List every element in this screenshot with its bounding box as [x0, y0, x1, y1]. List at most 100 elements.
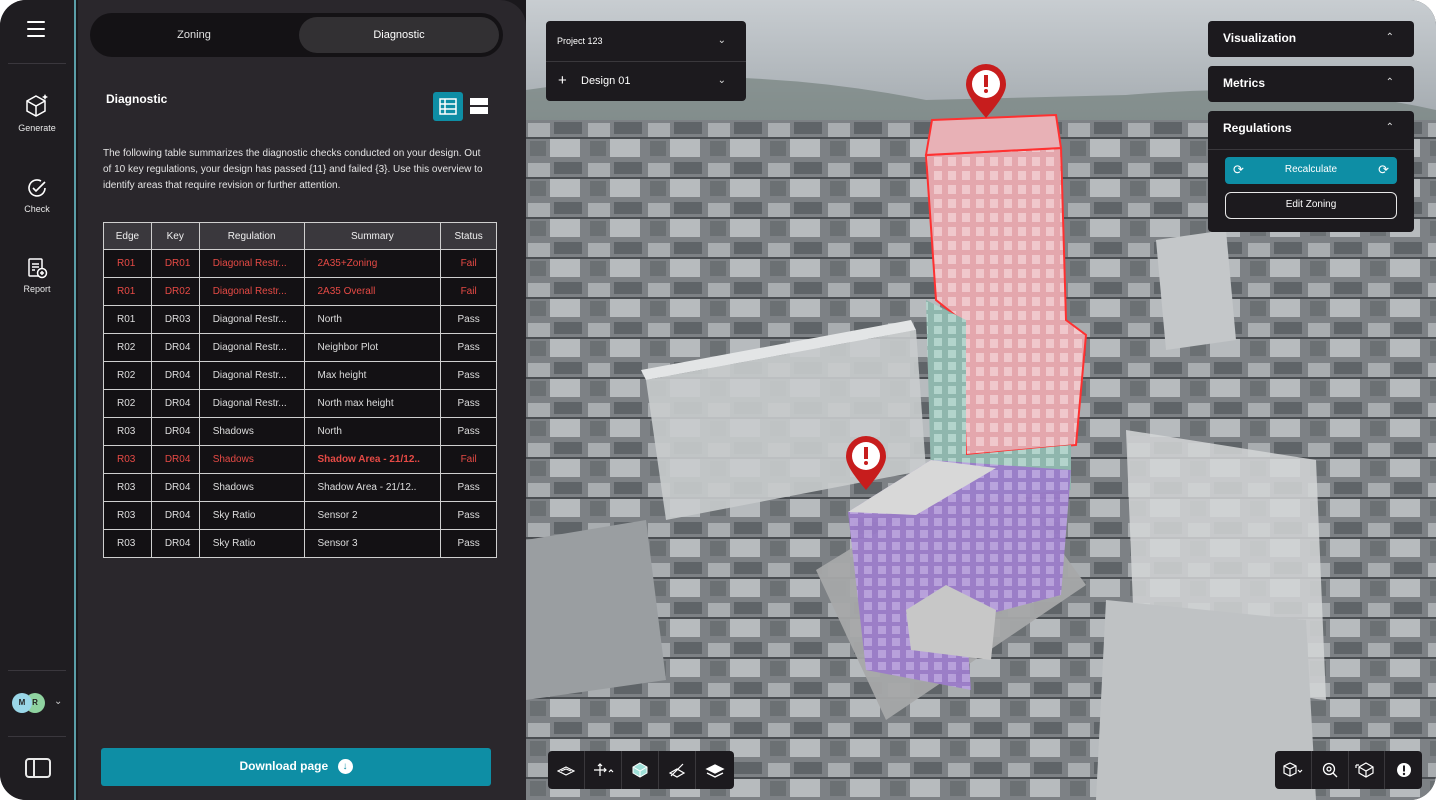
edit-zoning-button[interactable]: Edit Zoning — [1225, 192, 1397, 219]
table-row[interactable]: R01 DR01 Diagonal Restr... 2A35+Zoning Fail — [103, 249, 497, 278]
table-row[interactable]: R02 DR04 Diagonal Restr... North max height… — [103, 389, 497, 418]
column-header-edge[interactable]: Edge — [103, 222, 152, 250]
accordion-title[interactable]: Regulations — [1223, 121, 1292, 135]
accordion-title: Visualization — [1223, 31, 1297, 45]
sidebar-toggle-icon[interactable] — [25, 758, 51, 778]
diagnostic-intro: The following table summarizes the diagn… — [103, 148, 483, 191]
solid-cube-icon — [632, 762, 648, 778]
section-cut-button[interactable] — [659, 751, 696, 789]
design-dropdown[interactable]: + Design 01 ⌄ — [546, 61, 746, 99]
cell-key: DR04 — [150, 445, 200, 474]
move-axis-icon — [594, 763, 614, 776]
rail-label-check: Check — [24, 204, 50, 214]
table-row[interactable]: R02 DR04 Diagonal Restr... Max height Pass — [103, 361, 497, 390]
cell-status: Pass — [440, 333, 497, 362]
column-header-regulation[interactable]: Regulation — [198, 222, 305, 250]
rail-divider — [8, 736, 66, 737]
tab-diagnostic[interactable]: Diagnostic — [299, 17, 499, 53]
cell-edge: R01 — [103, 277, 152, 306]
cell-regulation: Diagonal Restr... — [198, 277, 305, 306]
rail-divider — [8, 670, 66, 671]
stack-layers-icon — [704, 764, 725, 778]
chevron-down-icon: ⌄ — [717, 75, 726, 86]
cell-summary: Sensor 3 — [303, 529, 442, 558]
cell-summary: 2A35 Overall — [303, 277, 442, 306]
chevron-up-icon[interactable]: ⌃ — [1386, 122, 1394, 133]
project-dropdown[interactable]: Project 123 ⌄ — [546, 22, 746, 60]
cell-key: DR04 — [150, 389, 200, 418]
cell-regulation: Diagonal Restr... — [198, 249, 305, 278]
rail-label-report: Report — [23, 284, 51, 294]
cell-key: DR04 — [150, 529, 200, 558]
cell-summary: Sensor 2 — [303, 501, 442, 530]
cell-key: DR03 — [150, 305, 200, 334]
cell-edge: R03 — [103, 417, 152, 446]
table-row[interactable]: R03 DR04 Shadows Shadow Area - 21/12.. Pass — [103, 473, 497, 502]
cell-key: DR02 — [150, 277, 200, 306]
cell-regulation: Diagonal Restr... — [198, 389, 305, 418]
cell-key: DR04 — [150, 333, 200, 362]
cell-summary: Max height — [303, 361, 442, 390]
cell-status: Pass — [440, 361, 497, 390]
recalculate-button[interactable]: ⟳ Recalculate ⟳ — [1225, 157, 1397, 184]
table-row[interactable]: R01 DR02 Diagonal Restr... 2A35 Overall Fail — [103, 277, 497, 306]
download-page-button[interactable]: Download page ↓ — [101, 748, 491, 786]
rail-item-check[interactable]: Check — [0, 176, 74, 214]
column-header-status[interactable]: Status — [440, 222, 497, 250]
app-window: Generate Check Report M R ⌄ Zoning Diagn… — [0, 0, 1436, 800]
list-view-icon — [470, 98, 488, 114]
tab-zoning[interactable]: Zoning — [94, 17, 294, 53]
rail-item-report[interactable]: Report — [0, 256, 74, 294]
chevron-down-icon: ⌄ — [717, 35, 726, 46]
rail-divider — [8, 63, 66, 64]
metrics-accordion[interactable]: Metrics ⌃ — [1208, 66, 1414, 102]
column-header-summary[interactable]: Summary — [303, 222, 442, 250]
cell-key: DR04 — [150, 361, 200, 390]
cell-status: Pass — [440, 389, 497, 418]
cell-regulation: Sky Ratio — [198, 501, 305, 530]
table-row[interactable]: R03 DR04 Sky Ratio Sensor 2 Pass — [103, 501, 497, 530]
table-row[interactable]: R03 DR04 Sky Ratio Sensor 3 Pass — [103, 529, 497, 558]
section-cut-icon — [668, 763, 686, 778]
accordion-title: Metrics — [1223, 76, 1266, 90]
chevron-down-icon: ⌄ — [54, 696, 63, 707]
cube-view-button[interactable] — [1275, 751, 1312, 789]
cell-edge: R03 — [103, 529, 152, 558]
recalculate-label: Recalculate — [1284, 164, 1338, 175]
stack-layers-button[interactable] — [696, 751, 733, 789]
isometric-button[interactable] — [1349, 751, 1386, 789]
cell-regulation: Diagonal Restr... — [198, 361, 305, 390]
info-button[interactable] — [1385, 751, 1422, 789]
list-view-button[interactable] — [466, 92, 496, 121]
table-row[interactable]: R01 DR03 Diagonal Restr... North Pass — [103, 305, 497, 334]
cell-summary: 2A35+Zoning — [303, 249, 442, 278]
table-view-button[interactable] — [433, 92, 463, 121]
table-row[interactable]: R02 DR04 Diagonal Restr... Neighbor Plot Pas… — [103, 333, 497, 362]
plus-icon[interactable]: + — [558, 62, 567, 100]
cell-status: Pass — [440, 417, 497, 446]
user-avatars[interactable]: M R ⌄ — [12, 693, 72, 715]
plane-layers-button[interactable] — [548, 751, 585, 789]
cell-regulation: Shadows — [198, 445, 305, 474]
cell-key: DR04 — [150, 473, 200, 502]
menu-icon[interactable] — [27, 21, 45, 37]
column-header-key[interactable]: Key — [150, 222, 200, 250]
regulations-accordion: Regulations ⌃ ⟳ Recalculate ⟳ Edit Zonin… — [1208, 111, 1414, 232]
table-body: R01 DR01 Diagonal Restr... 2A35+Zoning Fail R… — [103, 249, 497, 558]
diagnostic-panel: Zoning Diagnostic Diagnostic The followi… — [78, 0, 526, 800]
section-title: Diagnostic — [106, 92, 168, 106]
view-toolbar — [548, 751, 734, 789]
cube-sparkle-icon — [26, 94, 48, 117]
design-name: Design 01 — [581, 75, 631, 87]
move-axis-button[interactable] — [585, 751, 622, 789]
cell-key: DR04 — [150, 417, 200, 446]
rail-item-generate[interactable]: Generate — [0, 93, 74, 133]
info-icon — [1396, 763, 1411, 777]
table-row[interactable]: R03 DR04 Shadows North Pass — [103, 417, 497, 446]
zoom-button[interactable] — [1312, 751, 1349, 789]
rail-label-generate: Generate — [18, 123, 56, 133]
cell-summary: North — [303, 305, 442, 334]
table-row[interactable]: R03 DR04 Shadows Shadow Area - 21/12.. Fail — [103, 445, 497, 474]
solid-cube-button[interactable] — [622, 751, 659, 789]
visualization-accordion[interactable]: Visualization ⌃ — [1208, 21, 1414, 57]
